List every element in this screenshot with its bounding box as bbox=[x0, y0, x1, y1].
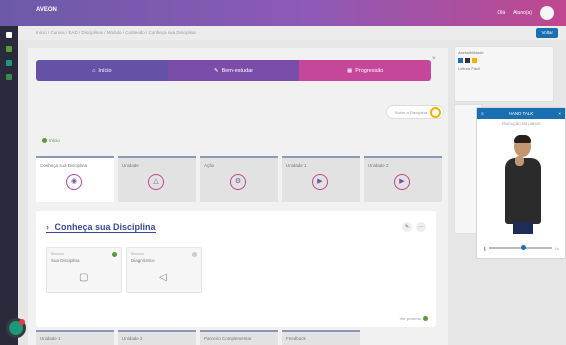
breadcrumb-row: Início / Cursos / EAD / Disciplinas / Mó… bbox=[18, 26, 566, 40]
close-icon[interactable]: × bbox=[558, 111, 561, 116]
card-title: Conheça sua Disciplina bbox=[40, 163, 88, 168]
card-title: Unidade 1 bbox=[286, 163, 307, 168]
main-content: ⌂ Início ✎ Bem-estudar ▦ Progressão × So… bbox=[28, 48, 448, 345]
breadcrumb[interactable]: Início / Cursos / EAD / Disciplinas / Mó… bbox=[36, 30, 196, 35]
top-bar: AVEON Olá Aluno(a) bbox=[0, 0, 566, 26]
flag-icon bbox=[42, 138, 47, 143]
document-icon: ▢ bbox=[79, 272, 89, 283]
chat-fab[interactable] bbox=[6, 318, 26, 338]
chat-icon[interactable] bbox=[6, 60, 12, 66]
tab-label: Bem-estudar bbox=[221, 67, 254, 74]
swatch-yellow[interactable] bbox=[472, 58, 478, 63]
user-avatar-icon[interactable] bbox=[540, 6, 554, 20]
tab-bem-estudar[interactable]: ✎ Bem-estudar bbox=[167, 60, 300, 81]
bottom-card[interactable]: Feedback bbox=[282, 330, 360, 345]
slider-thumb[interactable] bbox=[520, 245, 526, 250]
pause-icon[interactable]: ❚ bbox=[483, 246, 486, 251]
user-greeting: Olá bbox=[497, 10, 506, 16]
sign-language-avatar bbox=[501, 135, 545, 234]
resource-title: Diagnóstico bbox=[131, 258, 155, 263]
card-unidade-2[interactable]: Unidade 2 ▶ bbox=[364, 156, 442, 202]
card-unidade-1[interactable]: Unidade 1 ▶ bbox=[282, 156, 360, 202]
module-tabs: ⌂ Início ✎ Bem-estudar ▦ Progressão bbox=[36, 60, 431, 81]
avatar-body bbox=[505, 158, 541, 224]
avatar-hand bbox=[515, 156, 524, 166]
status-dot bbox=[192, 252, 197, 257]
avatar-header: ≡ HAND TALK × bbox=[477, 108, 565, 119]
card-conheca[interactable]: Conheça sua Disciplina ◉ bbox=[36, 156, 114, 202]
card-acao[interactable]: Ação ⚙ bbox=[200, 156, 278, 202]
bottom-card[interactable]: Parceiro Complementar bbox=[200, 330, 278, 345]
tab-inicio[interactable]: ⌂ Início bbox=[36, 60, 168, 81]
sobre-label: Sobre a Disciplina bbox=[394, 109, 427, 115]
panel-title-text: Conheça sua Disciplina bbox=[54, 222, 156, 232]
user-icon: ◉ bbox=[66, 174, 82, 190]
notification-badge bbox=[19, 319, 25, 325]
book-icon: ✎ bbox=[213, 67, 219, 74]
accessibility-item[interactable]: Leitura Fácil bbox=[458, 66, 550, 71]
menu-icon[interactable]: ≡ bbox=[481, 111, 484, 116]
next-label: Ver próximo bbox=[399, 316, 421, 321]
play-icon: ▶ bbox=[394, 174, 410, 190]
sobre-button[interactable]: Sobre a Disciplina bbox=[386, 105, 444, 119]
resource-title: Sua Disciplina bbox=[51, 258, 80, 263]
gear-icon: ⚙ bbox=[230, 174, 246, 190]
avatar-title: HAND TALK bbox=[508, 111, 534, 116]
user-name[interactable]: Aluno(a) bbox=[513, 10, 532, 16]
speed-label: 1x bbox=[554, 245, 559, 251]
chevron-right-icon: › bbox=[46, 222, 49, 232]
bottom-card[interactable]: Unidade 1 bbox=[36, 330, 114, 345]
panel-controls: ✎ ⋯ bbox=[402, 222, 426, 232]
user-area: Olá Aluno(a) bbox=[497, 6, 554, 20]
tab-label: Progressão bbox=[355, 67, 384, 74]
brand-logo: AVEON bbox=[36, 7, 57, 13]
swatch-blue[interactable] bbox=[458, 58, 463, 63]
bookmark-icon[interactable] bbox=[6, 74, 12, 80]
next-icon bbox=[423, 316, 428, 321]
more-icon[interactable]: ⋯ bbox=[416, 222, 426, 232]
close-icon[interactable]: × bbox=[432, 56, 436, 62]
inicio-label: Início bbox=[42, 138, 60, 143]
avatar-controls: ❚ 1x bbox=[483, 245, 559, 251]
chart-icon: ▦ bbox=[347, 67, 353, 74]
panel-title: › Conheça sua Disciplina bbox=[46, 222, 156, 233]
menu-icon[interactable] bbox=[6, 32, 12, 38]
next-link[interactable]: Ver próximo bbox=[400, 316, 428, 321]
card-title: Unidade bbox=[122, 163, 139, 168]
bottom-cards: Unidade 1 Unidade 2 Parceiro Complementa… bbox=[36, 330, 360, 345]
home-icon: ⌂ bbox=[92, 67, 96, 74]
tab-progressao[interactable]: ▦ Progressão bbox=[299, 60, 431, 81]
status-dot bbox=[112, 252, 117, 257]
color-swatches bbox=[458, 58, 550, 64]
card-title: Unidade 2 bbox=[368, 163, 389, 168]
resource-label: Recurso bbox=[131, 252, 145, 256]
left-navbar bbox=[0, 0, 18, 345]
inicio-text: Início bbox=[49, 138, 60, 143]
network-icon: △ bbox=[148, 174, 164, 190]
swatch-dark[interactable] bbox=[465, 58, 471, 63]
resource-label: Recurso bbox=[51, 252, 65, 256]
resource-card[interactable]: Recurso Sua Disciplina ▢ bbox=[46, 247, 122, 293]
accessibility-panel: Acessibilidade Leitura Fácil bbox=[454, 46, 554, 102]
play-icon: ▶ bbox=[312, 174, 328, 190]
avatar-hair bbox=[514, 135, 531, 143]
edit-icon[interactable]: ✎ bbox=[402, 222, 412, 232]
tab-label: Início bbox=[98, 67, 112, 74]
section-panel: › Conheça sua Disciplina ✎ ⋯ Recurso Sua… bbox=[36, 211, 436, 327]
libras-avatar-widget: ≡ HAND TALK × TRADUÇÃO EM LIBRAS ❚ 1x bbox=[476, 107, 566, 259]
resource-cards: Recurso Sua Disciplina ▢ Recurso Diagnós… bbox=[46, 247, 202, 293]
pen-icon[interactable] bbox=[6, 46, 12, 52]
avatar-legs bbox=[513, 222, 533, 234]
card-title: Ação bbox=[204, 163, 215, 168]
progress-ring-icon bbox=[430, 106, 441, 118]
content-cards: Conheça sua Disciplina ◉ Unidade △ Ação … bbox=[36, 156, 442, 202]
speed-slider[interactable] bbox=[489, 245, 552, 250]
resource-card[interactable]: Recurso Diagnóstico ◁ bbox=[126, 247, 202, 293]
avatar-subtitle: TRADUÇÃO EM LIBRAS bbox=[501, 122, 541, 126]
accessibility-title: Acessibilidade bbox=[458, 50, 484, 55]
megaphone-icon: ◁ bbox=[159, 272, 167, 283]
card-unidade[interactable]: Unidade △ bbox=[118, 156, 196, 202]
back-button[interactable]: Voltar bbox=[536, 28, 558, 38]
bottom-card[interactable]: Unidade 2 bbox=[118, 330, 196, 345]
